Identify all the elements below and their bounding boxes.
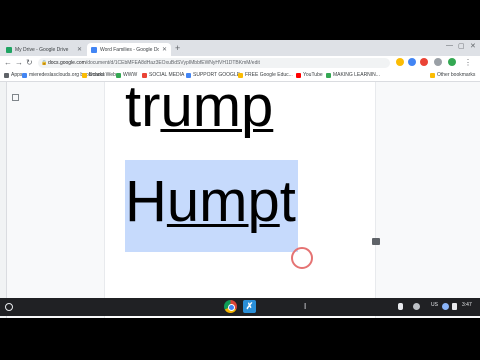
- locale-indicator[interactable]: US: [431, 302, 438, 308]
- bookmark-item[interactable]: YouTube: [296, 72, 323, 78]
- chromeos-shelf: ✗ US 3:47: [0, 298, 480, 316]
- maximize-icon[interactable]: ▢: [458, 42, 465, 50]
- tab-word-families[interactable]: Word Families - Google Docs ✕: [87, 43, 171, 56]
- drive-icon: [6, 46, 12, 53]
- vertical-scrollbar[interactable]: [472, 82, 480, 318]
- folder-icon: [22, 72, 27, 78]
- folder-icon: [326, 72, 331, 78]
- folder-icon: [82, 72, 87, 78]
- tab-my-drive[interactable]: My Drive - Google Drive ✕: [2, 43, 86, 56]
- youtube-icon: [296, 72, 301, 78]
- browser-window: My Drive - Google Drive ✕ Word Families …: [0, 40, 480, 318]
- bookmark-item[interactable]: MAKING LEARNIN...: [326, 72, 380, 78]
- vertical-ruler: [0, 82, 7, 318]
- tab-title: Word Families - Google Docs: [100, 46, 159, 53]
- apps-icon: [4, 72, 9, 78]
- forward-arrow-icon[interactable]: →: [15, 58, 23, 68]
- address-bar[interactable]: 🔒 docs.google.com/document/d/1CEbMFEA8dH…: [38, 58, 390, 68]
- lock-icon: 🔒: [41, 60, 48, 66]
- reload-icon[interactable]: ↻: [26, 58, 33, 68]
- docs-icon: [91, 46, 97, 53]
- document-area: trump Humpt +: [0, 74, 480, 318]
- url-path: /document/d/1CEbMFEA8dHaz3EOxuBdSVypIMbb…: [85, 60, 260, 66]
- add-comment-icon[interactable]: [372, 238, 380, 245]
- folder-icon: [430, 72, 435, 78]
- close-window-icon[interactable]: ✕: [470, 42, 476, 50]
- folder-icon: [116, 72, 121, 78]
- bookmark-item[interactable]: Apps: [4, 72, 22, 78]
- document-page[interactable]: trump Humpt: [104, 74, 376, 318]
- bookmark-item[interactable]: School Web: [82, 72, 116, 78]
- menu-icon[interactable]: ⋮: [464, 58, 472, 68]
- click-indicator: [291, 247, 313, 269]
- extension-icon[interactable]: [396, 58, 404, 66]
- extension-icon[interactable]: [420, 58, 428, 66]
- tab-title: My Drive - Google Drive: [15, 46, 69, 53]
- word-trump: trump: [125, 74, 274, 139]
- extension-icon[interactable]: [408, 58, 416, 66]
- app-icon[interactable]: ✗: [243, 300, 256, 313]
- minimize-icon[interactable]: —: [446, 42, 453, 49]
- profile-avatar[interactable]: [448, 58, 456, 66]
- tab-strip: My Drive - Google Drive ✕ Word Families …: [0, 40, 480, 56]
- wifi-icon[interactable]: [442, 303, 449, 310]
- close-icon[interactable]: ✕: [162, 46, 167, 53]
- battery-icon[interactable]: [452, 303, 457, 310]
- new-tab-icon[interactable]: +: [175, 43, 180, 53]
- word-humpt: Humpt: [125, 169, 296, 234]
- chrome-icon[interactable]: [224, 300, 237, 313]
- clock[interactable]: 3:47: [462, 302, 472, 308]
- text-cursor-icon: I: [304, 302, 307, 311]
- bookmark-item[interactable]: Other bookmarks: [430, 72, 475, 78]
- document-outline-icon[interactable]: [12, 94, 19, 101]
- microphone-icon[interactable]: [398, 303, 403, 310]
- back-arrow-icon[interactable]: ←: [4, 58, 12, 68]
- browser-toolbar: ← → ↻ 🔒 docs.google.com/document/d/1CEbM…: [0, 56, 480, 70]
- launcher-icon[interactable]: [5, 303, 13, 311]
- stylus-icon[interactable]: [413, 303, 420, 310]
- url-host: docs.google.com: [48, 60, 86, 66]
- extension-icon[interactable]: [434, 58, 442, 66]
- close-icon[interactable]: ✕: [77, 46, 82, 53]
